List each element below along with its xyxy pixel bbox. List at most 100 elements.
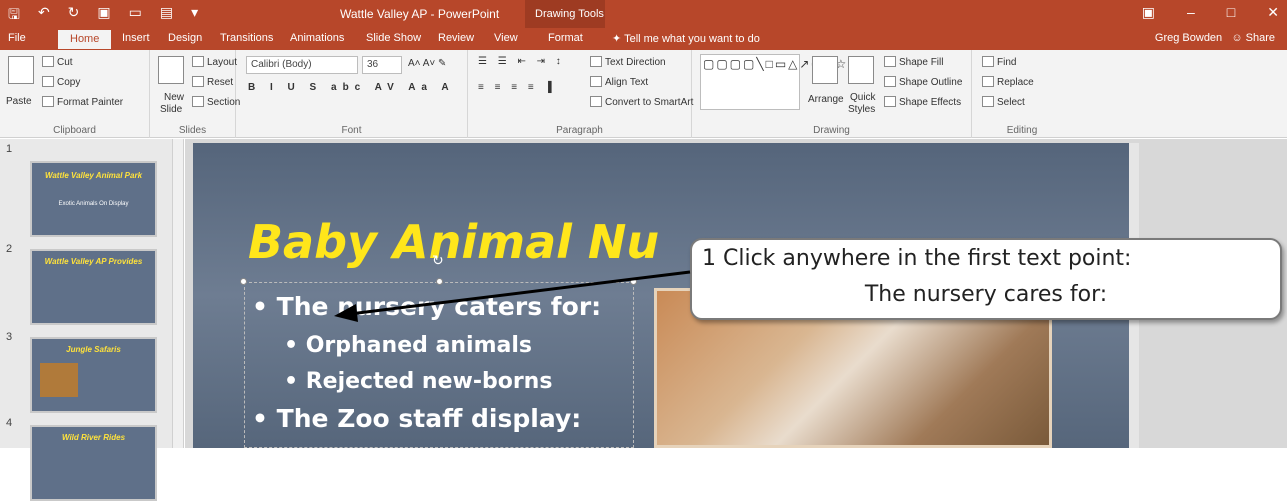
list-buttons[interactable]: ☰ ☰ ⇤ ⇥ ↕ — [478, 56, 565, 67]
alignment-buttons[interactable]: ≡ ≡ ≡ ≡ ▐ — [478, 82, 556, 93]
editing-group-label: Editing — [1006, 125, 1038, 136]
layout-icon — [192, 56, 204, 67]
arrange-button[interactable]: Arrange — [808, 94, 844, 105]
slide-number: 3 — [6, 331, 13, 343]
customize-qat-icon[interactable]: ▾ — [191, 4, 198, 28]
new-slide-label[interactable]: New — [164, 92, 184, 103]
paragraph-group-label: Paragraph — [556, 125, 603, 136]
font-size-box[interactable]: 36 — [362, 56, 402, 74]
clipboard-group-label: Clipboard — [53, 125, 96, 136]
shapes-gallery[interactable]: ▢▢▢▢╲□▭△↗⇨⇩☆♡ — [700, 54, 859, 110]
tab-review[interactable]: Review — [438, 32, 474, 44]
reset-button[interactable]: Reset — [192, 76, 233, 88]
replace-button[interactable]: Replace — [982, 76, 1034, 88]
undo-icon[interactable]: ↶ — [38, 4, 50, 28]
ribbon: Paste Cut Copy Format Painter Clipboard … — [0, 50, 1287, 138]
tab-file[interactable]: File — [8, 32, 26, 44]
drawing-group: ▢▢▢▢╲□▭△↗⇨⇩☆♡ Arrange Quick Styles Shape… — [692, 50, 972, 138]
share-icon: ☺ — [1231, 32, 1243, 44]
tab-insert[interactable]: Insert — [122, 32, 150, 44]
arrange-icon[interactable] — [812, 56, 838, 84]
tab-design[interactable]: Design — [168, 32, 202, 44]
shape-outline-button[interactable]: Shape Outline — [884, 76, 962, 88]
align-text-icon — [590, 76, 602, 87]
new-icon[interactable]: ▭ — [129, 4, 142, 28]
slide-thumbnail-2[interactable]: Wattle Valley AP Provides — [30, 249, 157, 325]
open-icon[interactable]: ▤ — [160, 4, 173, 28]
bullet-2[interactable]: • Orphaned animals — [284, 333, 532, 358]
resize-handle[interactable] — [436, 278, 443, 285]
scissors-icon — [42, 56, 54, 67]
thumbnail-title: Wild River Rides — [61, 433, 126, 442]
minimize-icon[interactable]: – — [1187, 4, 1195, 21]
ribbon-display-icon[interactable]: ▣ — [1142, 4, 1155, 21]
thumbnail-tiger-image — [40, 363, 78, 397]
quick-styles-label-2[interactable]: Styles — [848, 104, 875, 115]
text-direction-icon — [590, 56, 602, 67]
save-icon[interactable]: 🖫 — [8, 4, 20, 28]
shape-effects-button[interactable]: Shape Effects — [884, 96, 961, 108]
quick-styles-label[interactable]: Quick — [850, 92, 876, 103]
cut-button[interactable]: Cut — [42, 56, 73, 68]
instruction-step: 1 Click anywhere in the first text point… — [702, 246, 1132, 271]
layout-button[interactable]: Layout — [192, 56, 237, 68]
format-painter-button[interactable]: Format Painter — [42, 96, 123, 108]
align-text-button[interactable]: Align Text — [590, 76, 648, 88]
tab-transitions[interactable]: Transitions — [220, 32, 273, 44]
smartart-button[interactable]: Convert to SmartArt — [590, 96, 693, 108]
slide-title[interactable]: Baby Animal Nu — [248, 215, 659, 269]
text-direction-button[interactable]: Text Direction — [590, 56, 666, 68]
find-button[interactable]: Find — [982, 56, 1016, 68]
replace-icon — [982, 76, 994, 87]
bullet-4[interactable]: • The Zoo staff display: — [252, 404, 581, 433]
reset-icon — [192, 76, 204, 87]
drawing-group-label: Drawing — [813, 125, 850, 136]
ribbon-tabs: File Home Insert Design Transitions Anim… — [0, 28, 1287, 50]
lightbulb-icon: ✦ — [612, 33, 625, 45]
slide-thumbnail-3[interactable]: Jungle Safaris — [30, 337, 157, 413]
window-title: Wattle Valley AP - PowerPoint — [340, 7, 500, 21]
redo-icon[interactable]: ↻ — [68, 4, 80, 28]
slide-number: 1 — [6, 143, 13, 155]
slide-thumbnail-1[interactable]: Wattle Valley Animal Park Exotic Animals… — [30, 161, 157, 237]
slide-thumbnails-pane: 1 Wattle Valley Animal Park Exotic Anima… — [0, 139, 172, 501]
maximize-icon[interactable]: □ — [1227, 4, 1235, 21]
editing-group: Find Replace Select Editing — [972, 50, 1072, 138]
section-button[interactable]: Section — [192, 96, 240, 108]
bullet-3[interactable]: • Rejected new-borns — [284, 369, 552, 394]
tell-me-box[interactable]: ✦ Tell me what you want to do — [612, 32, 760, 45]
bullet-1[interactable]: • The nursery caters for: — [252, 292, 601, 321]
new-slide-label-2[interactable]: Slide — [160, 104, 182, 115]
tab-format[interactable]: Format — [548, 32, 583, 44]
close-icon[interactable]: ✕ — [1267, 4, 1279, 21]
effects-icon — [884, 96, 896, 107]
smartart-icon — [590, 96, 602, 107]
resize-handle[interactable] — [240, 278, 247, 285]
quick-styles-icon[interactable] — [848, 56, 874, 84]
start-from-beginning-icon[interactable]: ▣ — [97, 4, 110, 28]
tab-animations[interactable]: Animations — [290, 32, 344, 44]
tab-home[interactable]: Home — [58, 30, 112, 49]
paint-bucket-icon — [884, 56, 896, 67]
user-account[interactable]: Greg Bowden ☺ Share — [1155, 32, 1275, 44]
font-size-controls[interactable]: A˄ A˅ ✎ — [408, 58, 446, 69]
clipboard-group: Paste Cut Copy Format Painter Clipboard — [0, 50, 150, 138]
share-button[interactable]: Share — [1246, 32, 1275, 44]
new-slide-icon[interactable] — [158, 56, 184, 84]
slide-thumbnail-4[interactable]: Wild River Rides — [30, 425, 157, 501]
paste-icon[interactable] — [8, 56, 34, 84]
select-button[interactable]: Select — [982, 96, 1025, 108]
thumbnails-scrollbar[interactable] — [172, 139, 184, 448]
copy-button[interactable]: Copy — [42, 76, 80, 88]
paste-button[interactable]: Paste — [6, 96, 32, 107]
font-style-buttons[interactable]: B I U S abc AV Aa A — [248, 82, 455, 93]
paintbrush-icon — [42, 96, 54, 107]
pencil-icon — [884, 76, 896, 87]
rotate-handle-icon[interactable]: ↻ — [432, 252, 444, 269]
shape-fill-button[interactable]: Shape Fill — [884, 56, 943, 68]
tab-view[interactable]: View — [494, 32, 518, 44]
tab-slide-show[interactable]: Slide Show — [366, 32, 421, 44]
instruction-callout: 1 Click anywhere in the first text point… — [690, 238, 1282, 320]
resize-handle[interactable] — [630, 278, 637, 285]
font-name-box[interactable]: Calibri (Body) — [246, 56, 358, 74]
